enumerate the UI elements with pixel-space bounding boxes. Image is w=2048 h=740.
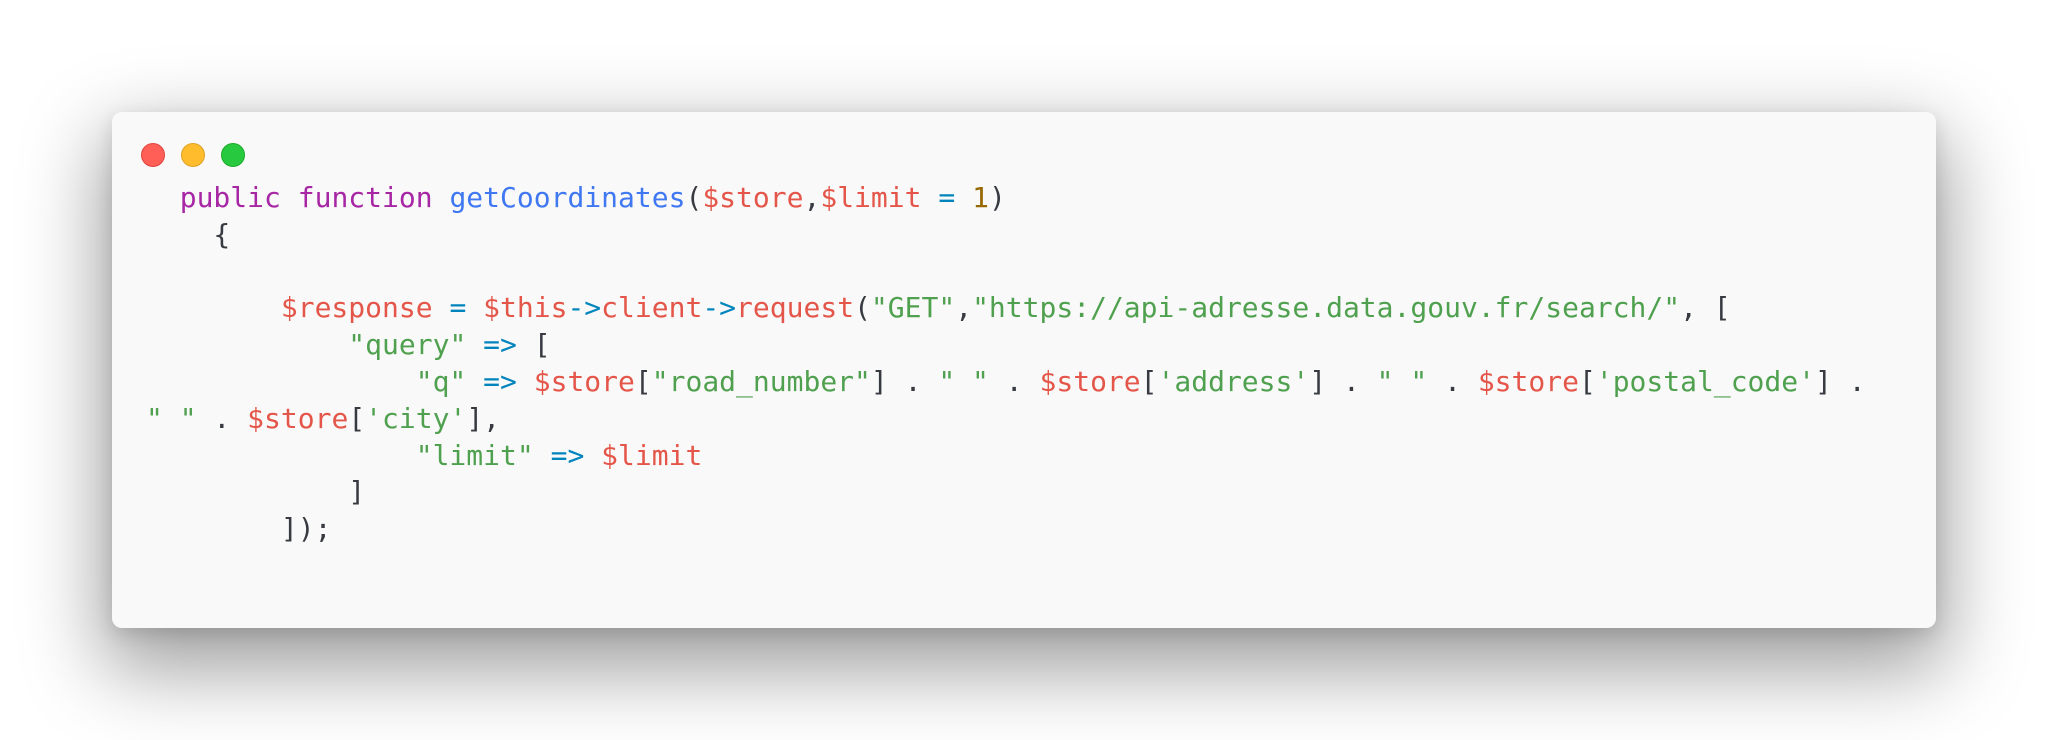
code-token: $store [702,181,804,214]
code-token: " " [146,401,197,435]
code-token: . [1427,364,1478,398]
code-token: ] . [870,364,939,398]
code-token: { [146,217,231,251]
code-line: public function getCoordinates($store,$l… [146,180,1866,217]
close-button-icon[interactable] [141,143,165,167]
code-token: " " [1376,364,1428,398]
code-token: 'city' [365,401,467,435]
code-line: { [146,217,1866,254]
code-token: "q" [415,364,467,398]
code-token: = [449,291,467,325]
code-token: ]); [146,512,332,546]
code-token: [ [348,401,366,435]
code-token: ( [685,181,703,214]
code-line: "limit" => $limit [146,438,1866,475]
code-token: $response [280,291,433,325]
code-token: ] . [1309,364,1377,398]
code-token: $store [533,364,635,398]
code-token: $this [483,291,568,325]
code-line: " " . $store['city'], [146,401,1866,438]
code-token: . [988,364,1040,398]
code-token: $store [1039,364,1141,398]
code-token: ] [146,475,366,509]
code-line: "query" => [ [146,327,1866,364]
code-line: $response = $this->client->request("GET"… [146,290,1866,327]
window-controls [141,143,245,167]
code-token: = [938,181,956,214]
code-line: ]); [146,511,1866,548]
code-token: ], [466,401,501,435]
code-token: -> [702,291,737,325]
code-token: public [179,181,281,214]
code-token: " " [938,364,989,398]
code-token: getCoordinates [449,181,686,214]
code-token: 'address' [1157,364,1310,398]
code-token: $store [247,401,349,435]
code-token: -> [567,291,602,325]
code-token: => [483,364,517,398]
code-token: $limit [820,181,922,214]
code-token: $limit [601,438,703,472]
code-token: ) [988,181,1006,214]
code-token: "GET" [870,291,956,325]
code-block: public function getCoordinates($store,$l… [146,180,1866,548]
code-token: , [955,291,973,325]
minimize-button-icon[interactable] [181,143,205,167]
code-token: 'postal_code' [1595,364,1815,398]
code-line: "q" => $store["road_number"] . " " . $st… [146,364,1866,401]
code-token: request [736,291,855,325]
code-token: client [601,291,703,325]
code-token: $store [1477,364,1579,398]
code-token: function [297,181,433,214]
code-token: [ [1578,364,1596,398]
code-token: "query" [348,328,467,362]
code-token: , [803,181,821,214]
code-window: public function getCoordinates($store,$l… [112,112,1936,628]
code-token: ( [854,291,871,325]
code-token: => [483,328,517,362]
code-token: , [ [1680,291,1731,325]
code-token: [ [1140,364,1158,398]
code-line: ] [146,474,1866,511]
code-token: "road_number" [651,364,871,398]
code-token: [ [516,328,551,362]
code-token: => [550,438,585,472]
code-token: "https://api-adresse.data.gouv.fr/search… [972,291,1681,325]
maximize-button-icon[interactable] [221,143,245,167]
code-token: . [196,401,248,435]
code-token: [ [634,364,652,398]
code-token: ] . [1815,364,1866,398]
code-token: "limit" [415,438,534,472]
code-token: 1 [972,181,989,214]
